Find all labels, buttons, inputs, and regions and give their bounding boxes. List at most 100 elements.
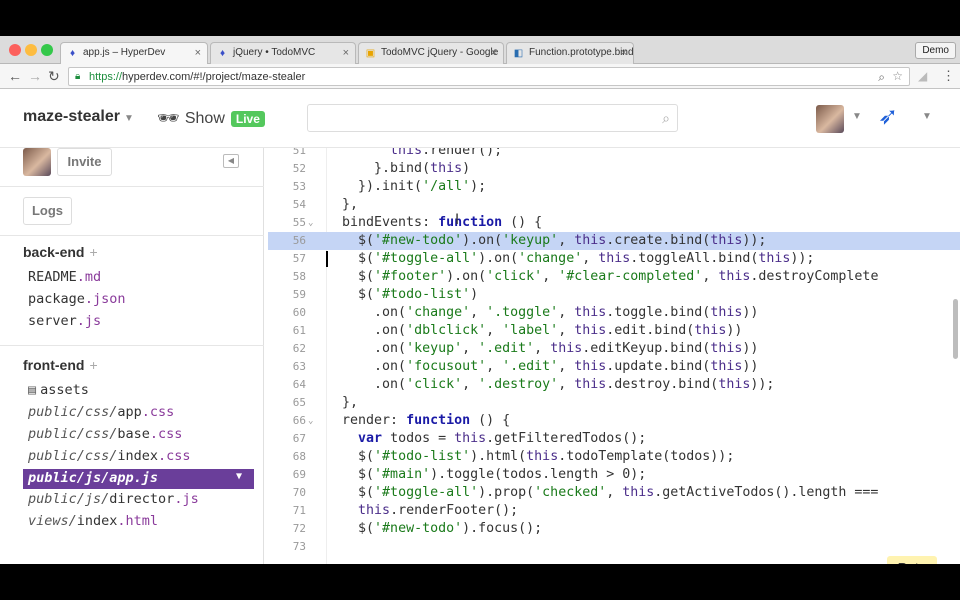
line-number: 58	[292, 270, 306, 283]
line-number: 55	[292, 216, 306, 229]
code-text: .on('focusout', '.edit', this.update.bin…	[326, 359, 759, 374]
zoom-icon[interactable]: ⌕	[878, 70, 885, 85]
fold-chevron-icon[interactable]: ⌄	[308, 214, 313, 232]
code-line[interactable]: 63 .on('focusout', '.edit', this.update.…	[268, 358, 960, 376]
code-line[interactable]: 73	[268, 538, 960, 556]
code-line[interactable]: 72 $('#new-todo').focus();	[268, 520, 960, 538]
url-path: hyperdev.com/#!/project/maze-stealer	[122, 71, 306, 83]
fold-chevron-icon[interactable]: ⌄	[308, 412, 313, 430]
hummingbird-logo-icon[interactable]: ➶	[878, 102, 898, 131]
close-tab-icon[interactable]: ×	[195, 47, 201, 59]
code-line[interactable]: 67 var todos = this.getFilteredTodos();	[268, 430, 960, 448]
code-line[interactable]: 52 }.bind(this)	[268, 160, 960, 178]
code-line[interactable]: 64 .on('click', '.destroy', this.destroy…	[268, 376, 960, 394]
code-line[interactable]: 55 ⌄ bindEvents: function () {	[268, 214, 960, 232]
code-text: $('#footer').on('click', '#clear-complet…	[326, 269, 879, 284]
forward-arrow-icon[interactable]: →	[28, 68, 42, 84]
close-tab-icon[interactable]: ×	[343, 47, 349, 59]
code-line[interactable]: 70 $('#toggle-all').prop('checked', this…	[268, 484, 960, 502]
code-line[interactable]: 54 },	[268, 196, 960, 214]
code-text: bindEvents: function () {	[326, 215, 543, 230]
collapse-sidebar-icon[interactable]: ◀	[223, 154, 239, 168]
code-text: .on('keyup', '.edit', this.editKeyup.bin…	[326, 341, 759, 356]
code-line[interactable]: 65 },	[268, 394, 960, 412]
tab-label: jQuery • TodoMVC	[233, 47, 316, 58]
vertical-scrollbar[interactable]	[953, 299, 958, 359]
tab-jquery-todomvc[interactable]: ♦ jQuery • TodoMVC ×	[210, 42, 356, 64]
line-number: 59	[292, 288, 306, 301]
add-file-icon[interactable]: +	[89, 357, 97, 373]
file-views-index[interactable]: views/index.html	[28, 513, 158, 529]
reload-icon[interactable]: ↻	[48, 68, 60, 84]
screen: ♦ app.js – HyperDev × ♦ jQuery • TodoMVC…	[0, 36, 960, 564]
code-line[interactable]: 56 $('#new-todo').on('keyup', this.creat…	[268, 232, 960, 250]
user-avatar[interactable]	[816, 105, 844, 133]
line-number: 65	[292, 396, 306, 409]
file-public-css-base[interactable]: public/css/base.css	[28, 426, 182, 442]
line-number: 64	[292, 378, 306, 391]
code-line[interactable]: 60 .on('change', '.toggle', this.toggle.…	[268, 304, 960, 322]
address-bar: ← → ↻ 🔒︎ https://hyperdev.com/#!/project…	[0, 64, 960, 89]
file-readme[interactable]: README.md	[28, 269, 101, 285]
tab-google-drive[interactable]: ▣ TodoMVC jQuery - Google ×	[358, 42, 504, 64]
file-public-css-index[interactable]: public/css/index.css	[28, 448, 191, 464]
line-number: 56	[292, 234, 306, 247]
code-line[interactable]: 71 this.renderFooter();	[268, 502, 960, 520]
frontend-title: front-end	[23, 357, 85, 373]
code-text: }).init('/all');	[326, 179, 487, 194]
beta-badge[interactable]: Beta	[887, 556, 937, 564]
collaborator-avatar[interactable]	[23, 148, 51, 176]
code-line[interactable]: 66 ⌄ render: function () {	[268, 412, 960, 430]
file-public-js-app-selected[interactable]: public/js/app.js ▼	[23, 469, 254, 489]
live-badge: Live	[230, 110, 265, 127]
search-input[interactable]: ⌕	[307, 104, 678, 132]
sidebar: Invite ◀ Logs back-end + README.md packag…	[0, 148, 264, 564]
file-package-json[interactable]: package.json	[28, 291, 126, 307]
file-public-css-app[interactable]: public/css/app.css	[28, 404, 174, 420]
code-text: $('#todo-list').html(this.todoTemplate(t…	[326, 449, 735, 464]
invite-button[interactable]: Invite	[57, 148, 112, 176]
back-arrow-icon[interactable]: ←	[8, 68, 22, 84]
tab-function-bind[interactable]: ◧ Function.prototype.bind() ×	[506, 42, 634, 64]
code-line[interactable]: 59 $('#todo-list')	[268, 286, 960, 304]
chevron-down-icon[interactable]: ▼	[236, 471, 242, 482]
divider	[0, 235, 264, 236]
tab-app-js[interactable]: ♦ app.js – HyperDev ×	[60, 42, 208, 65]
line-number: 73	[292, 540, 306, 553]
close-tab-icon[interactable]: ×	[491, 47, 497, 59]
code-line[interactable]: 68 $('#todo-list').html(this.todoTemplat…	[268, 448, 960, 466]
code-line[interactable]: 51 this.render();	[268, 148, 960, 160]
chevron-down-icon[interactable]: ▼	[922, 111, 932, 122]
url-field[interactable]: 🔒︎ https://hyperdev.com/#!/project/maze-…	[68, 67, 910, 86]
add-file-icon[interactable]: +	[89, 244, 97, 260]
chevron-down-icon[interactable]: ▼	[852, 111, 862, 122]
project-name-button[interactable]: maze-stealer ▼	[23, 108, 134, 126]
tab-label: app.js – HyperDev	[83, 47, 166, 58]
url-scheme: https://	[89, 71, 123, 83]
code-line[interactable]: 53 }).init('/all');	[268, 178, 960, 196]
file-public-js-director[interactable]: public/js/director.js	[28, 491, 199, 507]
close-window-icon[interactable]	[9, 44, 21, 56]
folder-assets[interactable]: ▤ assets	[28, 382, 89, 398]
code-line[interactable]: 69 $('#main').toggle(todos.length > 0);	[268, 466, 960, 484]
maximize-window-icon[interactable]	[41, 44, 53, 56]
logs-button[interactable]: Logs	[23, 197, 72, 225]
code-line[interactable]: 62 .on('keyup', '.edit', this.editKeyup.…	[268, 340, 960, 358]
lock-icon: 🔒︎	[75, 71, 81, 82]
divider	[0, 186, 264, 187]
bookmark-star-icon[interactable]: ☆	[892, 69, 903, 83]
code-editor[interactable]: 51 this.render(); 52 }.bind(this) 53 }).in…	[268, 148, 960, 564]
file-server-js[interactable]: server.js	[28, 313, 101, 329]
code-line[interactable]: 58 $('#footer').on('click', '#clear-comp…	[268, 268, 960, 286]
line-number: 68	[292, 450, 306, 463]
drive-icon: ▣	[365, 48, 376, 59]
minimize-window-icon[interactable]	[25, 44, 37, 56]
code-line[interactable]: 57 $('#toggle-all').on('change', this.to…	[268, 250, 960, 268]
profile-button[interactable]: Demo	[915, 42, 956, 59]
code-line[interactable]: 61 .on('dblclick', 'label', this.edit.bi…	[268, 322, 960, 340]
show-live-button[interactable]: 🕶︎ Show Live	[157, 108, 265, 129]
folder-icon: ▤	[28, 382, 37, 398]
close-tab-icon[interactable]: ×	[621, 47, 627, 59]
extension-icon[interactable]: ◢	[918, 68, 927, 84]
menu-icon[interactable]: ⋮	[942, 68, 955, 84]
